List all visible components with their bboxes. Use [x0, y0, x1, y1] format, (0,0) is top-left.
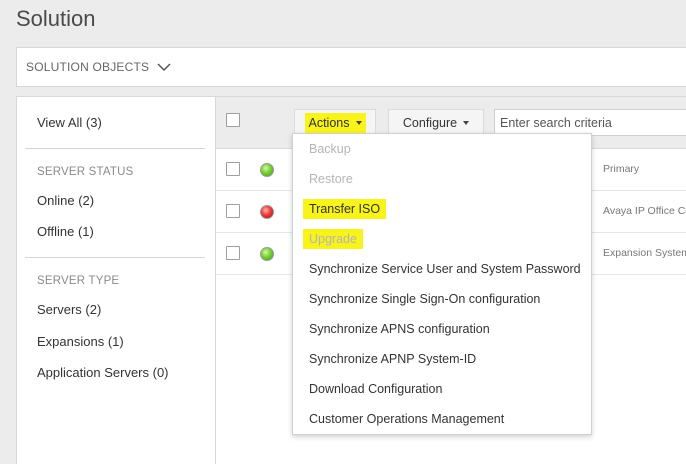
- menu-item-sync-apnp[interactable]: Synchronize APNP System-ID: [309, 352, 476, 366]
- row-checkbox[interactable]: [226, 246, 240, 260]
- sidebar-item-expansions[interactable]: Expansions (1): [37, 334, 124, 349]
- solution-objects-dropdown[interactable]: SOLUTION OBJECTS: [16, 47, 686, 87]
- sidebar-item-view-all[interactable]: View All (3): [37, 115, 102, 130]
- server-type-header: SERVER TYPE: [37, 275, 120, 287]
- actions-highlight: Actions: [304, 112, 366, 133]
- search-input[interactable]: [494, 109, 686, 136]
- caret-down-icon: [355, 120, 362, 125]
- row-cell: Avaya IP Office Ce: [603, 205, 686, 217]
- actions-button[interactable]: Actions: [294, 109, 376, 136]
- sidebar-item-online[interactable]: Online (2): [37, 193, 94, 208]
- configure-label: Configure: [402, 115, 458, 130]
- server-status-header: SERVER STATUS: [37, 166, 134, 178]
- menu-item-sync-service-user[interactable]: Synchronize Service User and System Pass…: [309, 262, 581, 276]
- menu-item-sync-sso[interactable]: Synchronize Single Sign-On configuration: [309, 292, 540, 306]
- menu-item-backup: Backup: [309, 142, 351, 156]
- row-checkbox[interactable]: [226, 204, 240, 218]
- chevron-down-icon: [157, 62, 171, 71]
- menu-item-label: Upgrade: [303, 229, 363, 249]
- page-title: Solution: [16, 6, 96, 31]
- online-status-icon: [260, 163, 274, 177]
- solution-objects-label: SOLUTION OBJECTS: [26, 60, 150, 74]
- menu-item-upgrade: Upgrade: [303, 229, 363, 249]
- sidebar-item-servers[interactable]: Servers (2): [37, 302, 101, 317]
- actions-label: Actions: [308, 115, 350, 130]
- sidebar-divider: [25, 148, 205, 149]
- menu-item-label: Transfer ISO: [303, 199, 387, 219]
- menu-item-download-configuration[interactable]: Download Configuration: [309, 382, 442, 396]
- sidebar-item-application-servers[interactable]: Application Servers (0): [37, 365, 169, 380]
- offline-status-icon: [260, 205, 274, 219]
- row-checkbox[interactable]: [226, 162, 240, 176]
- sidebar-divider: [25, 257, 205, 258]
- menu-item-transfer-iso[interactable]: Transfer ISO: [303, 199, 387, 219]
- menu-item-restore: Restore: [309, 172, 353, 186]
- select-all-checkbox[interactable]: [226, 113, 240, 127]
- row-cell: Expansion System: [603, 247, 686, 259]
- online-status-icon: [260, 247, 274, 261]
- sidebar: View All (3) SERVER STATUS Online (2) Of…: [16, 96, 216, 464]
- menu-item-customer-operations[interactable]: Customer Operations Management: [309, 412, 504, 426]
- configure-button[interactable]: Configure: [388, 109, 484, 136]
- sidebar-item-offline[interactable]: Offline (1): [37, 224, 94, 239]
- row-cell: Primary: [603, 163, 640, 175]
- menu-item-sync-apns[interactable]: Synchronize APNS configuration: [309, 322, 490, 336]
- actions-dropdown-menu: Backup Restore Transfer ISO Upgrade Sync…: [292, 133, 592, 435]
- caret-down-icon: [463, 120, 470, 125]
